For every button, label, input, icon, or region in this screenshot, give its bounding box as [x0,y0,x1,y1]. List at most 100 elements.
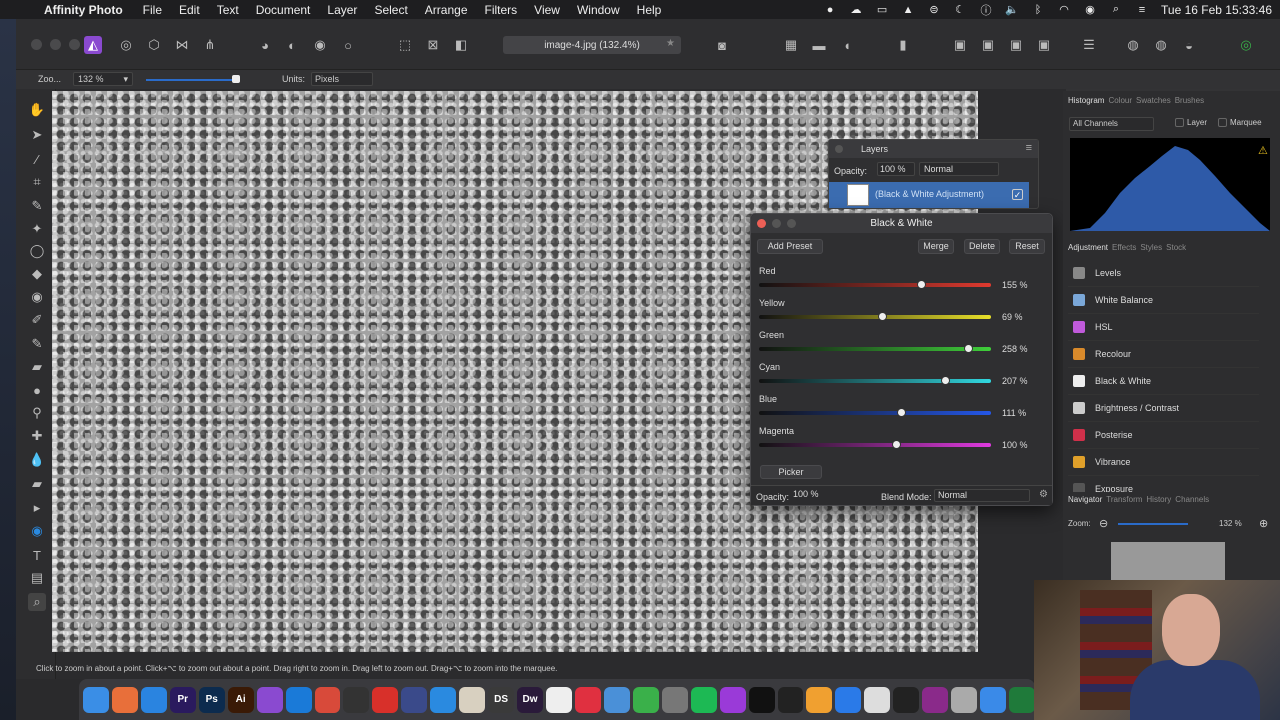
illustrator-icon[interactable]: Ai [227,686,254,713]
tab-history[interactable]: History [1146,495,1171,509]
zoom-slider[interactable] [146,75,240,83]
excel-icon[interactable] [1009,686,1035,713]
color-picker-tool-icon[interactable]: ⁄ [28,150,46,168]
zoom-field[interactable]: 132 % ▾ [73,72,133,86]
minimize-button[interactable] [50,39,61,50]
develop-persona-icon[interactable]: ⬡ [145,36,163,54]
menu-document[interactable]: Document [256,3,311,17]
adjustment-item[interactable]: Black & White [1068,368,1259,395]
anatomy-icon[interactable] [459,686,486,713]
affinity-designer-icon[interactable] [285,686,312,713]
invert-selection-icon[interactable]: ◧ [452,36,470,54]
slider-green[interactable] [759,344,991,353]
slider-knob[interactable] [877,312,887,321]
grid-icon[interactable]: ▦ [782,36,800,54]
healing-tool-icon[interactable]: ✚ [28,427,46,445]
tab-histogram[interactable]: Histogram [1068,96,1104,110]
adjustment-item[interactable]: Brightness / Contrast [1068,395,1259,422]
menu-filters[interactable]: Filters [485,3,518,17]
zoom-icon[interactable] [835,686,862,713]
shape-tool-icon[interactable]: ◉ [28,522,46,540]
layers-opacity-field[interactable]: 100 % [877,162,915,176]
slider-value-green[interactable]: 258 % [1002,344,1028,354]
add-preset-button[interactable]: Add Preset [757,239,823,254]
layer-option[interactable]: Layer [1175,118,1207,128]
slider-knob[interactable] [963,344,973,353]
layers-blend-select[interactable]: Normal [919,162,999,176]
mask-icon[interactable]: ◙ [713,36,731,54]
hsl-icon[interactable]: ◉ [311,36,329,54]
export-persona-icon[interactable]: ⋔ [201,36,219,54]
news-icon[interactable] [574,686,601,713]
align-icon[interactable]: ☰ [1080,36,1098,54]
adjustment-item[interactable]: Levels [1068,260,1259,287]
chevron-down-icon[interactable]: ▾ [123,73,128,85]
hand-tool-icon[interactable]: ✋ [28,101,46,119]
hat-icon[interactable]: ▲ [901,4,915,16]
app-menu[interactable]: Affinity Photo [44,3,123,17]
adjustment-item[interactable]: Vibrance [1068,449,1259,476]
calendar-icon[interactable] [546,686,572,713]
menu-layer[interactable]: Layer [327,3,357,17]
dialog-close-button[interactable] [757,219,766,228]
close-button[interactable] [31,39,42,50]
arrange-front-icon[interactable]: ▣ [1035,36,1053,54]
obs-icon[interactable] [893,686,920,713]
layer-visibility-checkbox[interactable]: ✓ [1012,189,1023,200]
merge-button[interactable]: Merge [918,239,954,254]
zoom-out-icon[interactable]: ⊖ [1099,517,1108,530]
app-x-icon[interactable] [980,686,1006,713]
pin-icon[interactable]: ▮ [894,36,912,54]
globe-icon[interactable] [401,686,428,713]
slider-value-red[interactable]: 155 % [1002,280,1028,290]
premiere-icon[interactable]: Pr [169,686,196,713]
script-icon[interactable] [951,686,978,713]
menu-file[interactable]: File [143,3,162,17]
layer-checkbox[interactable] [1175,118,1184,128]
chart-app-icon[interactable] [632,686,659,713]
snapping-icon[interactable]: ◖ [838,36,856,54]
cloud-icon[interactable]: ☁ [849,4,863,16]
menu-view[interactable]: View [534,3,560,17]
erase-brush-icon[interactable]: ▰ [28,358,46,376]
ds-icon[interactable]: DS [488,686,515,713]
record-icon[interactable]: ● [823,4,837,16]
analog-icon[interactable] [777,686,804,713]
dialog-zoom-button[interactable] [787,219,796,228]
slider-knob[interactable] [940,376,950,385]
units-select[interactable]: Pixels [311,72,373,86]
slider-magenta[interactable] [759,440,991,449]
tab-navigator[interactable]: Navigator [1068,495,1102,509]
marquee-option[interactable]: Marquee [1218,118,1262,128]
pen-tool-icon[interactable]: ▸ [28,499,46,517]
selection-brush-icon[interactable]: ✎ [28,197,46,215]
wifi-icon[interactable]: ◠ [1057,4,1071,16]
slider-knob[interactable] [896,408,906,417]
navigator-thumbnail[interactable] [1111,542,1225,584]
live-icon[interactable] [806,686,833,713]
info-icon[interactable]: ⓘ [979,4,993,17]
adjustment-item[interactable]: White Balance [1068,287,1259,314]
navigator-zoom-slider[interactable] [1118,523,1188,525]
tab-brushes[interactable]: Brushes [1175,96,1204,110]
assistant-icon[interactable]: ◍ [1124,36,1142,54]
lasso-icon[interactable] [343,686,370,713]
blend-mode-select[interactable]: Normal [934,489,1030,502]
moon-icon[interactable]: ☾ [953,4,967,16]
menu-select[interactable]: Select [374,3,407,17]
terminal-icon[interactable] [748,686,775,713]
clone-tool-icon[interactable]: ⚲ [28,404,46,422]
layer-row[interactable]: (Black & White Adjustment) ✓ [829,182,1029,208]
menu-text[interactable]: Text [217,3,239,17]
deselect-icon[interactable]: ⊠ [424,36,442,54]
slider-red[interactable] [759,280,991,289]
tab-swatches[interactable]: Swatches [1136,96,1171,110]
dodge-tool-icon[interactable]: ● [28,381,46,399]
control-center-icon[interactable]: ≡ [1135,4,1149,16]
volume-icon[interactable]: 🔈 [1005,4,1019,16]
user-icon[interactable]: ◉ [1083,4,1097,16]
clock[interactable]: Tue 16 Feb 15:33:46 [1161,3,1272,17]
arrange-forward-icon[interactable]: ▣ [1007,36,1025,54]
launchpad-icon[interactable] [111,686,138,713]
dreamweaver-icon[interactable]: Dw [517,686,543,713]
